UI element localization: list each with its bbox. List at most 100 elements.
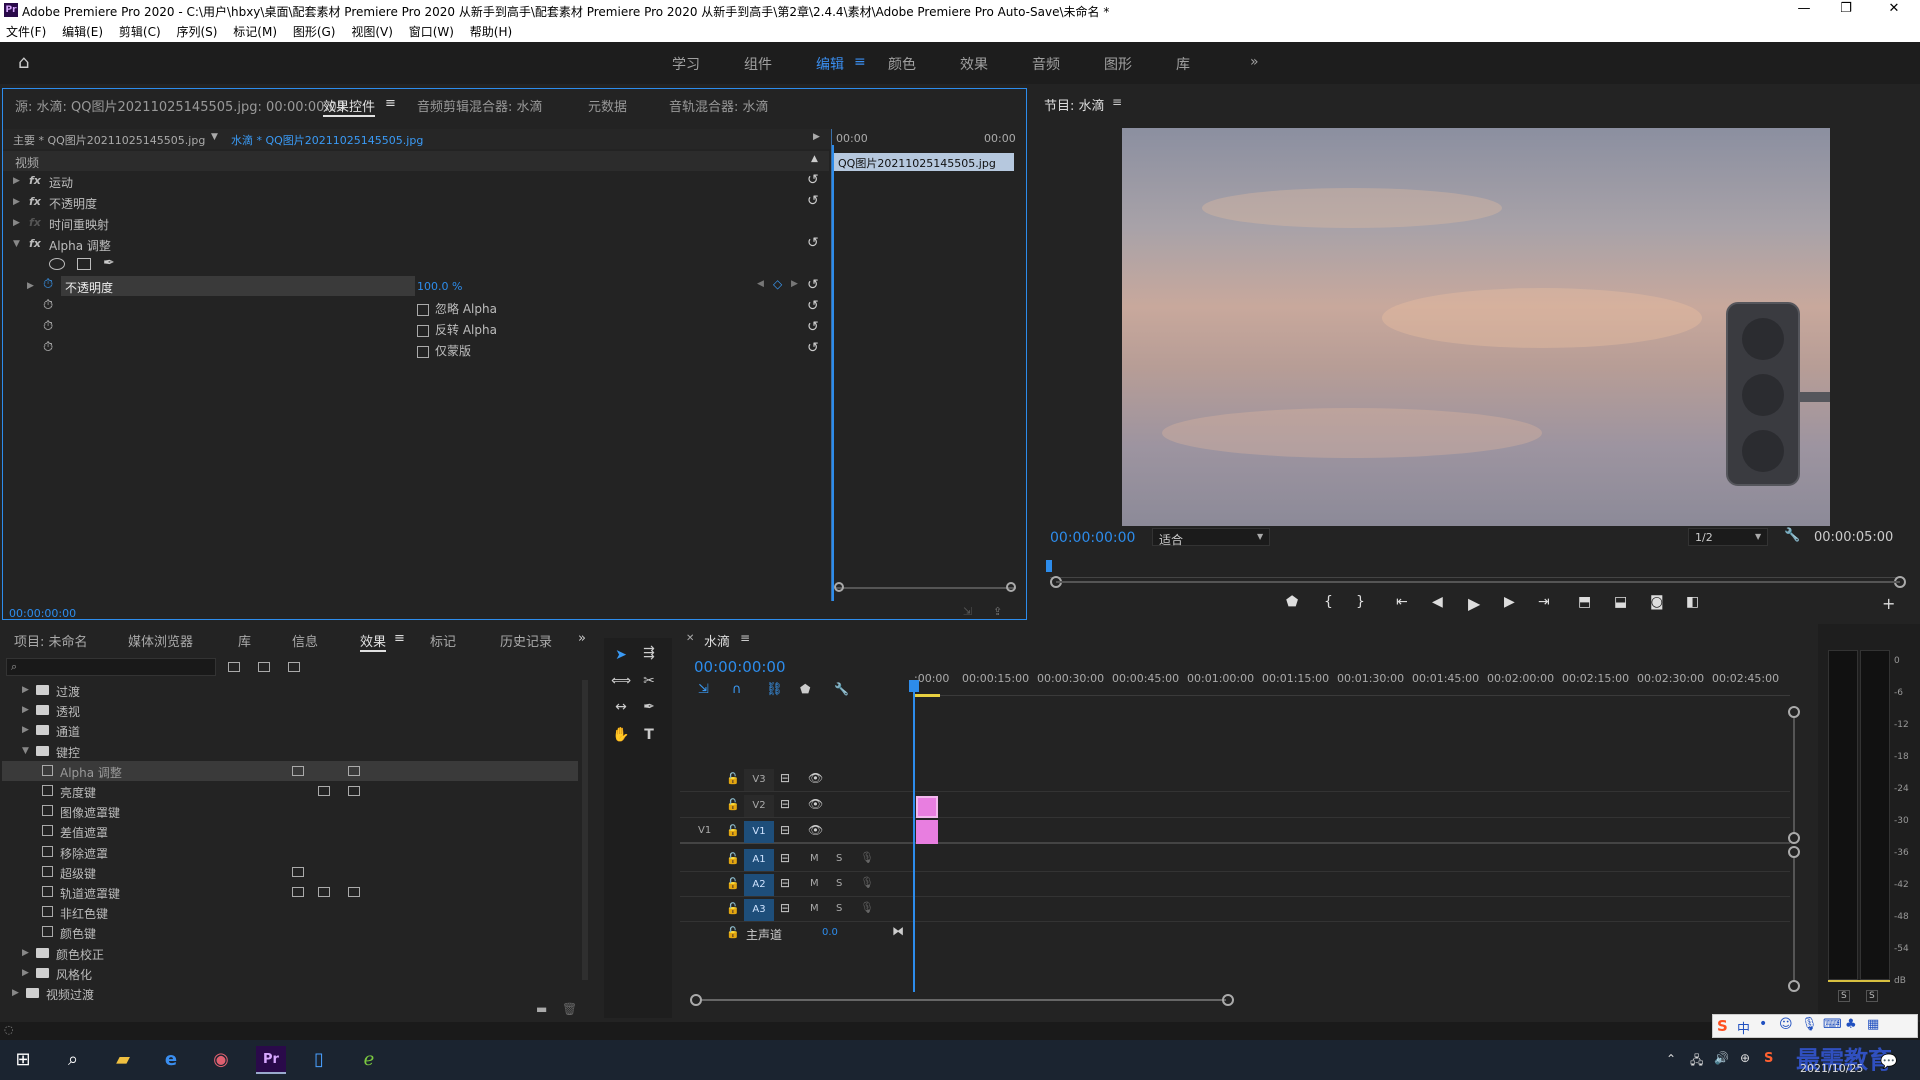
workspace-assembly[interactable]: 组件 xyxy=(744,54,772,74)
delete-icon[interactable]: 🗑 xyxy=(562,1002,577,1016)
go-to-in-icon[interactable]: ⇤ xyxy=(1396,594,1408,610)
tab-history[interactable]: 历史记录 xyxy=(500,631,552,650)
menu-help[interactable]: 帮助(H) xyxy=(464,20,518,43)
tab-menu-icon[interactable]: ≡ xyxy=(394,631,405,646)
workspace-learn[interactable]: 学习 xyxy=(672,54,700,74)
tab-audio-clip-mixer[interactable]: 音频剪辑混合器: 水滴 xyxy=(417,96,543,115)
lock-icon[interactable]: 🔓 xyxy=(726,798,740,811)
solo-left-button[interactable]: S xyxy=(1838,990,1850,1002)
lock-icon[interactable]: 🔓 xyxy=(726,902,740,915)
work-area-bar[interactable] xyxy=(914,694,940,697)
mute-button[interactable]: M xyxy=(810,878,819,889)
tab-effects[interactable]: 效果 xyxy=(360,631,387,652)
reset-icon[interactable]: ↺ xyxy=(807,172,819,188)
workspace-editing[interactable]: 编辑 xyxy=(816,54,844,74)
effect-item[interactable]: 移除遮罩 xyxy=(2,842,578,862)
pen-tool-icon[interactable]: ✒ xyxy=(638,696,660,718)
expand-arrow-icon[interactable]: ▶ xyxy=(13,197,20,207)
tab-info[interactable]: 信息 xyxy=(292,631,318,650)
menu-marker[interactable]: 标记(M) xyxy=(227,20,283,43)
volume-icon[interactable]: 🔊 xyxy=(1714,1051,1729,1065)
reset-icon[interactable]: ↺ xyxy=(807,298,819,314)
track-v1[interactable]: V1 🔓 V1 ⊟ 👁 xyxy=(680,820,1790,844)
track-a2[interactable]: 🔓 A2 ⊟ M S 🎙 xyxy=(680,873,1790,897)
expand-arrow-icon[interactable]: ▶ xyxy=(22,685,29,695)
reset-icon[interactable]: ↺ xyxy=(807,319,819,335)
expand-arrow-icon[interactable]: ▶ xyxy=(22,705,29,715)
fx-row-alpha-adjust[interactable]: ▼ fx Alpha 调整 ↺ xyxy=(3,234,829,254)
tab-source[interactable]: 源: 水滴: QQ图片20211025145505.jpg: 00:00:00:… xyxy=(15,96,345,115)
notification-icon[interactable]: 💬 xyxy=(1880,1054,1897,1070)
audio-scroll-bar[interactable] xyxy=(1793,858,1795,982)
expand-arrow-icon[interactable]: ▶ xyxy=(12,988,19,998)
effect-item[interactable]: 图像遮罩键 xyxy=(2,801,578,821)
ignore-alpha-row[interactable]: ⏱ 忽略 Alpha ↺ xyxy=(3,297,829,317)
track-a2-label[interactable]: A2 xyxy=(744,874,774,896)
expand-arrow-icon[interactable]: ▶ xyxy=(22,948,29,958)
menu-clip[interactable]: 剪辑(C) xyxy=(113,20,167,43)
tab-project[interactable]: 项目: 未命名 xyxy=(14,631,88,650)
lift-icon[interactable]: ⬒ xyxy=(1578,594,1591,610)
add-marker-icon[interactable]: ⬟ xyxy=(800,682,810,696)
file-explorer-icon[interactable]: ▰ xyxy=(108,1046,138,1074)
32bit-effects-icon[interactable] xyxy=(258,662,270,672)
mini-zoom-scrollbar[interactable] xyxy=(836,587,1016,589)
track-v3[interactable]: 🔓 V3 ⊟ 👁 xyxy=(680,768,1790,792)
sync-lock-icon[interactable]: ⊟ xyxy=(780,771,790,785)
linked-selection-icon[interactable]: ⛓ xyxy=(766,682,783,697)
workspace-graphics[interactable]: 图形 xyxy=(1104,54,1132,74)
step-back-icon[interactable]: ◀ xyxy=(1432,594,1443,610)
step-forward-icon[interactable]: ▶ xyxy=(1504,594,1515,610)
type-tool-icon[interactable]: T xyxy=(638,724,660,746)
effect-item[interactable]: Alpha 调整 xyxy=(2,760,578,781)
mini-playhead[interactable] xyxy=(832,145,834,601)
lock-icon[interactable]: 🔓 xyxy=(726,926,740,939)
fx-badge-icon[interactable]: fx xyxy=(29,195,41,208)
effect-item[interactable]: 差值遮罩 xyxy=(2,821,578,841)
tray-chevron-up-icon[interactable]: ⌃ xyxy=(1666,1052,1676,1066)
program-time-ruler[interactable] xyxy=(1050,558,1898,578)
microphone-icon[interactable]: 🎙 xyxy=(860,851,874,864)
invert-alpha-checkbox[interactable]: 反转 Alpha xyxy=(417,321,497,338)
track-v2-label[interactable]: V2 xyxy=(744,795,774,817)
workspace-more-icon[interactable]: » xyxy=(1250,54,1259,70)
add-marker-icon[interactable]: ⬟ xyxy=(1286,594,1298,610)
effects-search-input[interactable]: ⌕ xyxy=(6,658,216,676)
search-icon[interactable]: ⌕ xyxy=(58,1046,88,1074)
stopwatch-icon[interactable]: ⏱ xyxy=(43,298,53,313)
mark-out-icon[interactable]: } xyxy=(1356,594,1365,610)
sequence-menu-icon[interactable]: ≡ xyxy=(740,631,750,645)
track-scroll-bar[interactable] xyxy=(1793,718,1795,832)
lock-icon[interactable]: 🔓 xyxy=(726,824,740,837)
mute-button[interactable]: M xyxy=(810,903,819,914)
network-icon[interactable]: 🖧 xyxy=(1690,1051,1703,1072)
solo-button[interactable]: S xyxy=(836,903,842,914)
fx-row-opacity[interactable]: ▶ fx 不透明度 ↺ xyxy=(3,192,829,212)
pen-mask-icon[interactable]: ✒ xyxy=(103,255,115,271)
sync-lock-icon[interactable]: ⊟ xyxy=(780,823,790,837)
accelerated-effects-icon[interactable] xyxy=(228,662,240,672)
fit-dropdown[interactable]: 适合 ▼ xyxy=(1152,528,1270,547)
effects-folder[interactable]: ▶ 透视 xyxy=(2,700,578,720)
effects-folder[interactable]: ▼ 键控 xyxy=(2,741,578,761)
resolution-dropdown[interactable]: 1/2 ▼ xyxy=(1688,528,1768,546)
fx-badge-icon[interactable]: fx xyxy=(29,237,41,250)
track-scroll-handle[interactable] xyxy=(1788,832,1800,844)
effect-item[interactable]: 非红色键 xyxy=(2,902,578,922)
stopwatch-icon[interactable]: ⏱ xyxy=(43,340,53,355)
ec-share-icon[interactable]: ⇪ xyxy=(993,605,1002,618)
new-bin-icon[interactable]: ▬ xyxy=(536,1002,547,1016)
play-only-icon[interactable]: ▶ xyxy=(813,132,820,142)
menu-window[interactable]: 窗口(W) xyxy=(403,20,460,43)
eye-icon[interactable]: 👁 xyxy=(808,823,823,837)
effects-folder[interactable]: ▶ 颜色校正 xyxy=(2,943,578,963)
lock-icon[interactable]: 🔓 xyxy=(726,877,740,890)
effects-folder[interactable]: ▶ 风格化 xyxy=(2,963,578,983)
track-scroll-handle[interactable] xyxy=(1788,706,1800,718)
export-frame-icon[interactable]: ◙ xyxy=(1650,594,1664,610)
solo-button[interactable]: S xyxy=(836,878,842,889)
tab-audio-track-mixer[interactable]: 音轨混合器: 水滴 xyxy=(669,96,769,115)
opacity-value[interactable]: 100.0 % xyxy=(417,280,462,293)
stopwatch-icon[interactable]: ⏱ xyxy=(43,319,53,334)
ime-emoji-icon[interactable]: ☺ xyxy=(1779,1017,1793,1032)
